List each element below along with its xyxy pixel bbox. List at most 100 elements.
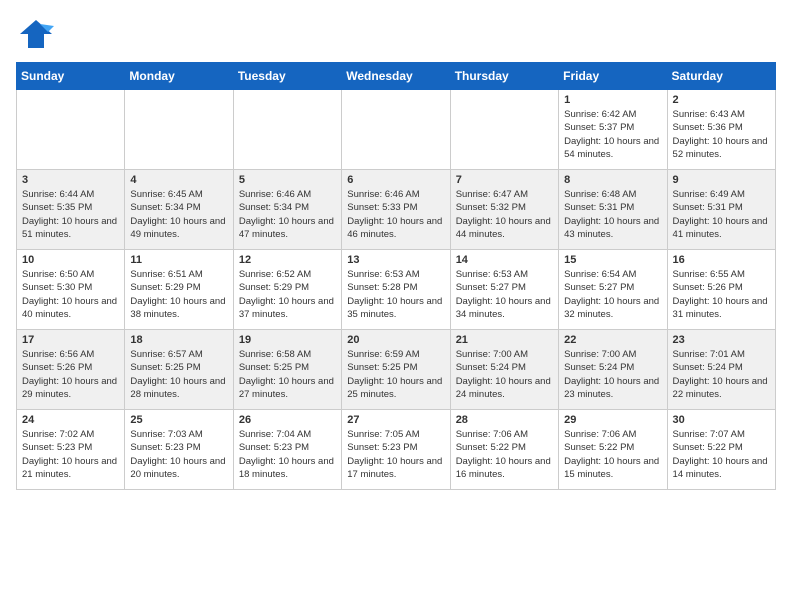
calendar-week-row: 17 Sunrise: 6:56 AM Sunset: 5:26 PM Dayli… [17, 330, 776, 410]
day-number: 13 [347, 254, 444, 266]
calendar-header-thursday: Thursday [450, 63, 558, 90]
calendar-cell: 26Sunrise: 7:04 AM Sunset: 5:23 PM Dayli… [233, 410, 341, 490]
calendar-table: SundayMondayTuesdayWednesdayThursdayFrid… [16, 62, 776, 490]
day-info: Sunrise: 6:47 AM Sunset: 5:32 PM Dayligh… [456, 188, 553, 241]
day-info: Sunrise: 7:00 AM Sunset: 5:24 PM Dayligh… [564, 348, 661, 401]
day-number: 28 [456, 414, 553, 426]
calendar-cell: 27 Sunrise: 7:05 AM Sunset: 5:23 PM Dayli… [342, 410, 450, 490]
day-info: Sunrise: 7:05 AM Sunset: 5:23 PM Dayligh… [347, 428, 444, 481]
day-number: 2 [673, 94, 770, 106]
calendar-cell: 29 Sunrise: 7:06 AM Sunset: 5:22 PM Dayli… [559, 410, 667, 490]
calendar-cell: 5 Sunrise: 6:46 AM Sunset: 5:34 PM Daylig… [233, 170, 341, 250]
calendar-cell: 21 Sunrise: 7:00 AM Sunset: 5:24 PM Dayli… [450, 330, 558, 410]
day-number: 3 [22, 174, 119, 186]
day-number: 16 [673, 254, 770, 266]
day-number: 22 [564, 334, 661, 346]
day-info: Sunrise: 6:49 AM Sunset: 5:31 PM Dayligh… [673, 188, 770, 241]
day-info: Sunrise: 6:57 AM Sunset: 5:25 PM Dayligh… [130, 348, 227, 401]
day-info: Sunrise: 6:45 AM Sunset: 5:34 PM Dayligh… [130, 188, 227, 241]
calendar-cell: 2 Sunrise: 6:43 AM Sunset: 5:36 PM Daylig… [667, 90, 775, 170]
day-number: 24 [22, 414, 119, 426]
calendar-week-row: 3 Sunrise: 6:44 AM Sunset: 5:35 PM Daylig… [17, 170, 776, 250]
day-info: Sunrise: 6:56 AM Sunset: 5:26 PM Dayligh… [22, 348, 119, 401]
day-info: Sunrise: 6:52 AM Sunset: 5:29 PM Dayligh… [239, 268, 336, 321]
calendar-header-row: SundayMondayTuesdayWednesdayThursdayFrid… [17, 63, 776, 90]
calendar-cell: 3 Sunrise: 6:44 AM Sunset: 5:35 PM Daylig… [17, 170, 125, 250]
day-number: 20 [347, 334, 444, 346]
calendar-header-tuesday: Tuesday [233, 63, 341, 90]
day-number: 5 [239, 174, 336, 186]
calendar-cell: 24 Sunrise: 7:02 AM Sunset: 5:23 PM Dayli… [17, 410, 125, 490]
day-info: Sunrise: 6:53 AM Sunset: 5:27 PM Dayligh… [456, 268, 553, 321]
calendar-cell: 12 Sunrise: 6:52 AM Sunset: 5:29 PM Dayli… [233, 250, 341, 330]
day-info: Sunrise: 6:42 AM Sunset: 5:37 PM Dayligh… [564, 108, 661, 161]
day-number: 30 [673, 414, 770, 426]
day-number: 17 [22, 334, 119, 346]
calendar-cell: 30 Sunrise: 7:07 AM Sunset: 5:22 PM Dayli… [667, 410, 775, 490]
day-info: Sunrise: 6:48 AM Sunset: 5:31 PM Dayligh… [564, 188, 661, 241]
calendar-cell: 9 Sunrise: 6:49 AM Sunset: 5:31 PM Daylig… [667, 170, 775, 250]
calendar-header-wednesday: Wednesday [342, 63, 450, 90]
day-info: Sunrise: 7:04 AM Sunset: 5:23 PM Dayligh… [239, 428, 336, 481]
day-number: 10 [22, 254, 119, 266]
logo [16, 16, 60, 52]
calendar-cell [17, 90, 125, 170]
calendar-cell: 22 Sunrise: 7:00 AM Sunset: 5:24 PM Dayli… [559, 330, 667, 410]
day-info: Sunrise: 6:50 AM Sunset: 5:30 PM Dayligh… [22, 268, 119, 321]
day-info: Sunrise: 7:03 AM Sunset: 5:23 PM Dayligh… [130, 428, 227, 481]
calendar-cell: 11 Sunrise: 6:51 AM Sunset: 5:29 PM Dayli… [125, 250, 233, 330]
day-info: Sunrise: 6:53 AM Sunset: 5:28 PM Dayligh… [347, 268, 444, 321]
calendar-cell: 6 Sunrise: 6:46 AM Sunset: 5:33 PM Daylig… [342, 170, 450, 250]
day-info: Sunrise: 7:00 AM Sunset: 5:24 PM Dayligh… [456, 348, 553, 401]
calendar-cell: 4Sunrise: 6:45 AM Sunset: 5:34 PM Daylig… [125, 170, 233, 250]
day-number: 29 [564, 414, 661, 426]
day-number: 23 [673, 334, 770, 346]
day-number: 6 [347, 174, 444, 186]
day-number: 14 [456, 254, 553, 266]
day-number: 12 [239, 254, 336, 266]
calendar-cell [342, 90, 450, 170]
calendar-cell: 7 Sunrise: 6:47 AM Sunset: 5:32 PM Daylig… [450, 170, 558, 250]
calendar-cell: 25Sunrise: 7:03 AM Sunset: 5:23 PM Dayli… [125, 410, 233, 490]
calendar-header-friday: Friday [559, 63, 667, 90]
day-info: Sunrise: 6:59 AM Sunset: 5:25 PM Dayligh… [347, 348, 444, 401]
calendar-week-row: 10 Sunrise: 6:50 AM Sunset: 5:30 PM Dayli… [17, 250, 776, 330]
calendar-cell: 1Sunrise: 6:42 AM Sunset: 5:37 PM Daylig… [559, 90, 667, 170]
day-info: Sunrise: 6:55 AM Sunset: 5:26 PM Dayligh… [673, 268, 770, 321]
day-number: 27 [347, 414, 444, 426]
day-number: 7 [456, 174, 553, 186]
day-info: Sunrise: 6:51 AM Sunset: 5:29 PM Dayligh… [130, 268, 227, 321]
calendar-cell: 20 Sunrise: 6:59 AM Sunset: 5:25 PM Dayli… [342, 330, 450, 410]
day-number: 9 [673, 174, 770, 186]
day-info: Sunrise: 7:06 AM Sunset: 5:22 PM Dayligh… [564, 428, 661, 481]
day-info: Sunrise: 6:43 AM Sunset: 5:36 PM Dayligh… [673, 108, 770, 161]
calendar-week-row: 1Sunrise: 6:42 AM Sunset: 5:37 PM Daylig… [17, 90, 776, 170]
logo-icon [16, 16, 56, 52]
calendar-cell: 16 Sunrise: 6:55 AM Sunset: 5:26 PM Dayli… [667, 250, 775, 330]
day-info: Sunrise: 6:44 AM Sunset: 5:35 PM Dayligh… [22, 188, 119, 241]
calendar-week-row: 24 Sunrise: 7:02 AM Sunset: 5:23 PM Dayli… [17, 410, 776, 490]
calendar-cell: 10 Sunrise: 6:50 AM Sunset: 5:30 PM Dayli… [17, 250, 125, 330]
calendar-cell: 28 Sunrise: 7:06 AM Sunset: 5:22 PM Dayli… [450, 410, 558, 490]
calendar-cell: 15 Sunrise: 6:54 AM Sunset: 5:27 PM Dayli… [559, 250, 667, 330]
day-number: 11 [130, 254, 227, 266]
day-info: Sunrise: 7:07 AM Sunset: 5:22 PM Dayligh… [673, 428, 770, 481]
day-number: 15 [564, 254, 661, 266]
calendar-cell: 8Sunrise: 6:48 AM Sunset: 5:31 PM Daylig… [559, 170, 667, 250]
day-number: 21 [456, 334, 553, 346]
calendar-cell: 17 Sunrise: 6:56 AM Sunset: 5:26 PM Dayli… [17, 330, 125, 410]
day-info: Sunrise: 6:54 AM Sunset: 5:27 PM Dayligh… [564, 268, 661, 321]
calendar-cell [233, 90, 341, 170]
day-info: Sunrise: 7:06 AM Sunset: 5:22 PM Dayligh… [456, 428, 553, 481]
calendar-cell: 14 Sunrise: 6:53 AM Sunset: 5:27 PM Dayli… [450, 250, 558, 330]
calendar-cell: 13 Sunrise: 6:53 AM Sunset: 5:28 PM Dayli… [342, 250, 450, 330]
calendar-cell [450, 90, 558, 170]
day-number: 18 [130, 334, 227, 346]
day-info: Sunrise: 7:02 AM Sunset: 5:23 PM Dayligh… [22, 428, 119, 481]
day-info: Sunrise: 6:46 AM Sunset: 5:34 PM Dayligh… [239, 188, 336, 241]
calendar-cell: 18 Sunrise: 6:57 AM Sunset: 5:25 PM Dayli… [125, 330, 233, 410]
calendar-cell: 19 Sunrise: 6:58 AM Sunset: 5:25 PM Dayli… [233, 330, 341, 410]
day-info: Sunrise: 6:58 AM Sunset: 5:25 PM Dayligh… [239, 348, 336, 401]
day-info: Sunrise: 6:46 AM Sunset: 5:33 PM Dayligh… [347, 188, 444, 241]
day-number: 19 [239, 334, 336, 346]
